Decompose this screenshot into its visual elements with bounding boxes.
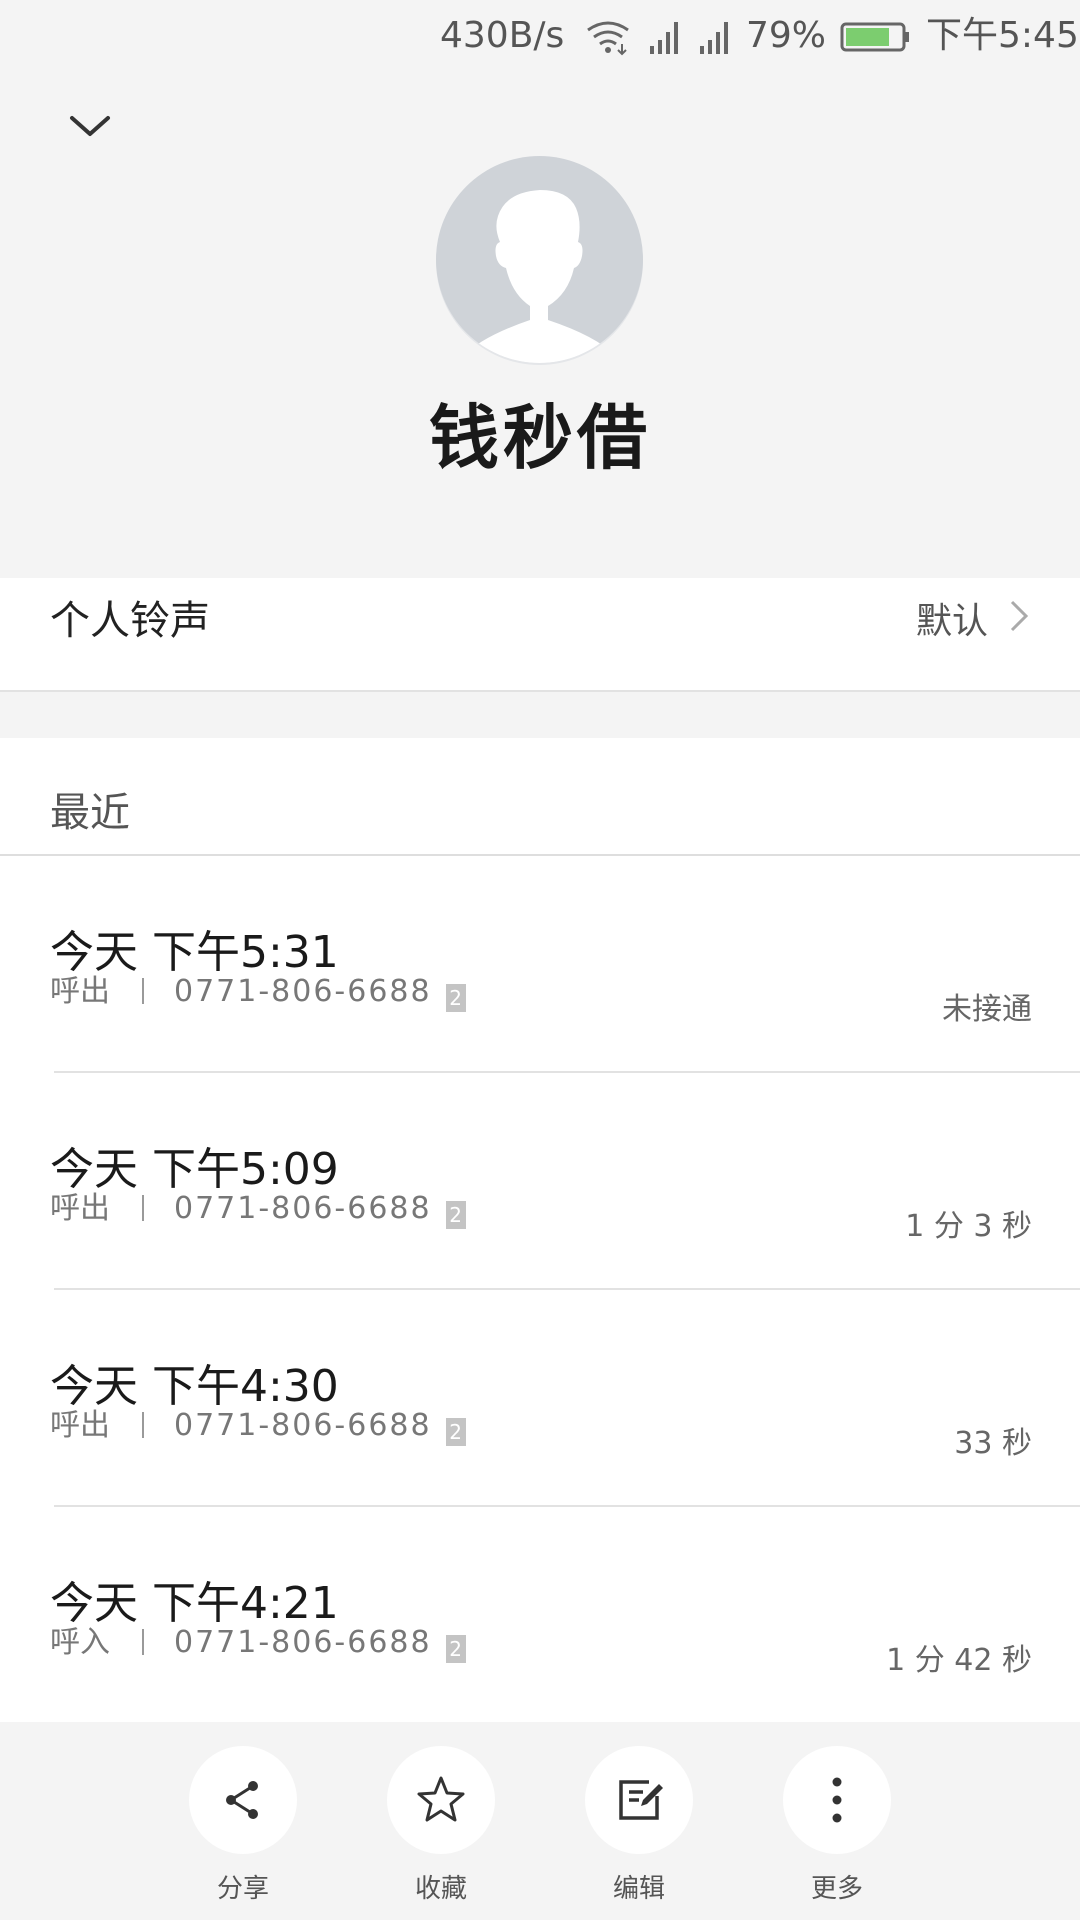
contact-header: 430B/s 79% 下午5:45 钱秒借: [0, 0, 1080, 578]
call-log-item[interactable]: 今天 下午5:09 呼出 0771-806-6688 2 1 分 3 秒: [0, 1073, 1080, 1290]
edit-label: 编辑: [612, 1874, 665, 1904]
more-vertical-icon: [783, 1746, 891, 1854]
bottom-action-bar: 分享 收藏 编辑 更多: [0, 1722, 1080, 1920]
status-bar: 430B/s 79% 下午5:45: [0, 0, 1080, 74]
more-button[interactable]: 更多: [777, 1746, 897, 1905]
sim-badge: 2: [445, 1635, 466, 1663]
call-direction: 呼入: [50, 1625, 110, 1660]
call-details: 呼出 0771-806-6688 2: [50, 1400, 466, 1446]
battery-percent: 79%: [746, 15, 827, 56]
call-duration: 1 分 3 秒: [905, 1209, 1032, 1244]
recent-title: 最近: [50, 790, 130, 836]
separator: [142, 1412, 144, 1438]
phone-number: 0771-806-6688: [174, 974, 432, 1009]
ringtone-value: 默认: [915, 601, 988, 642]
separator: [142, 978, 144, 1004]
recent-section-header: 最近: [0, 738, 1080, 856]
call-direction: 呼出: [50, 1191, 110, 1226]
call-log-list: 今天 下午5:31 呼出 0771-806-6688 2 未接通 今天 下午5:09…: [0, 856, 1080, 1724]
sim-badge: 2: [445, 1201, 466, 1229]
contact-name: 钱秒借: [429, 397, 651, 479]
call-details: 呼出 0771-806-6688 2: [50, 966, 466, 1012]
phone-number: 0771-806-6688: [174, 1408, 432, 1443]
call-duration: 1 分 42 秒: [886, 1643, 1032, 1678]
sim-badge: 2: [445, 1418, 466, 1446]
person-silhouette-icon[interactable]: [436, 156, 643, 363]
edit-button[interactable]: 编辑: [579, 1746, 699, 1905]
favorite-label: 收藏: [414, 1874, 467, 1904]
call-log-item[interactable]: 今天 下午4:21 呼入 0771-806-6688 2 1 分 42 秒: [0, 1507, 1080, 1724]
separator: [142, 1195, 144, 1221]
ringtone-label: 个人铃声: [50, 598, 210, 644]
personal-ringtone-row[interactable]: 个人铃声 默认: [0, 578, 1080, 692]
call-details: 呼出 0771-806-6688 2: [50, 1183, 466, 1229]
section-spacer: [0, 692, 1080, 738]
call-direction: 呼出: [50, 1408, 110, 1443]
edit-icon: [585, 1746, 693, 1854]
wifi-icon: [584, 14, 632, 58]
call-duration: 33 秒: [954, 1426, 1032, 1461]
signal-icon: [698, 14, 732, 58]
phone-number: 0771-806-6688: [174, 1191, 432, 1226]
phone-number: 0771-806-6688: [174, 1625, 432, 1660]
separator: [142, 1629, 144, 1655]
share-button[interactable]: 分享: [183, 1746, 303, 1905]
star-icon: [387, 1746, 495, 1854]
chevron-right-icon: [1004, 594, 1034, 638]
sim-badge: 2: [445, 984, 466, 1012]
clock: 下午5:45: [926, 15, 1079, 56]
share-label: 分享: [216, 1874, 269, 1904]
share-icon: [189, 1746, 297, 1854]
call-log-item[interactable]: 今天 下午4:30 呼出 0771-806-6688 2 33 秒: [0, 1290, 1080, 1507]
network-speed: 430B/s: [440, 15, 565, 56]
signal-icon: [648, 14, 682, 58]
favorite-button[interactable]: 收藏: [381, 1746, 501, 1905]
call-duration: 未接通: [942, 992, 1032, 1027]
call-direction: 呼出: [50, 974, 110, 1009]
call-details: 呼入 0771-806-6688 2: [50, 1617, 466, 1663]
call-log-item[interactable]: 今天 下午5:31 呼出 0771-806-6688 2 未接通: [0, 856, 1080, 1073]
chevron-down-icon[interactable]: [60, 96, 120, 156]
more-label: 更多: [810, 1874, 863, 1904]
battery-icon: [840, 14, 910, 58]
